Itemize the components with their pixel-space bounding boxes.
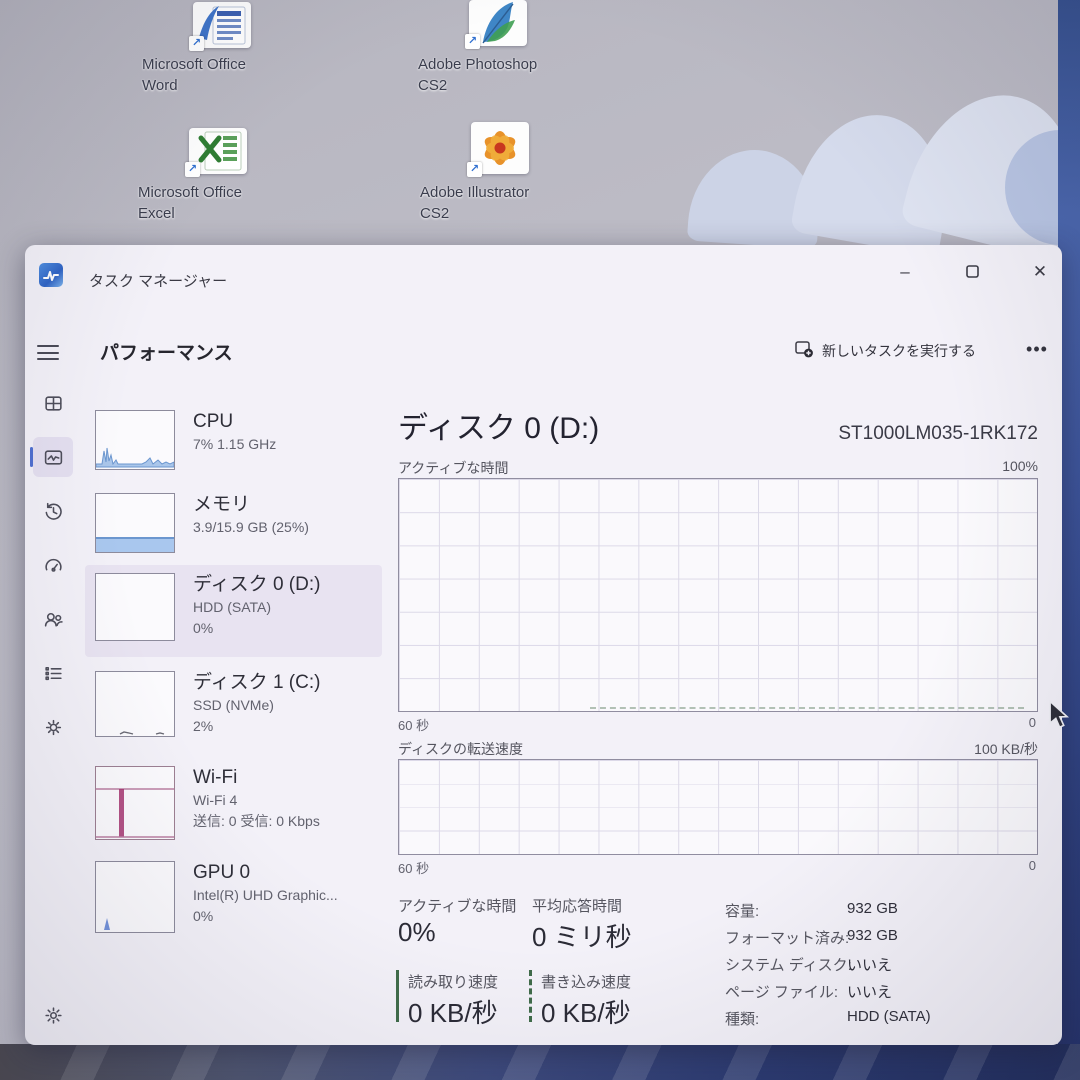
chart1-max-label: 100% — [838, 458, 1038, 474]
chart1-x-left: 60 秒 — [398, 715, 429, 734]
gpu-thumbnail-chart — [95, 861, 175, 933]
transfer-rate-chart — [398, 759, 1038, 855]
info-value: いいえ — [847, 981, 892, 1002]
gear-icon — [43, 1005, 64, 1026]
run-new-task-button[interactable]: 新しいタスクを実行する — [785, 335, 986, 367]
run-new-task-icon — [795, 341, 814, 361]
disk-info-table: 容量:932 GB フォーマット済み:932 GB システム ディスク:いいえ … — [725, 900, 1045, 1035]
minimize-button[interactable]: – — [883, 255, 927, 289]
chart2-label: ディスクの転送速度 — [398, 739, 523, 759]
word-icon: ↗ — [193, 2, 251, 48]
info-value: いいえ — [847, 954, 892, 975]
cpu-thumbnail-chart — [95, 410, 175, 470]
users-icon — [43, 609, 64, 630]
desktop-icon-photoshop[interactable]: ↗ — [466, 0, 530, 46]
performance-icon — [43, 447, 64, 468]
run-new-task-label: 新しいタスクを実行する — [822, 341, 976, 361]
sidebar-item-processes[interactable] — [33, 383, 73, 423]
write-speed-legend-bar — [529, 970, 532, 1022]
info-value: 932 GB — [847, 927, 898, 944]
shortcut-arrow-icon: ↗ — [467, 162, 482, 177]
more-options-button[interactable]: ••• — [1020, 335, 1054, 367]
chart2-x-right: 0 — [936, 858, 1036, 873]
sidebar-item-services[interactable] — [33, 707, 73, 747]
shortcut-arrow-icon: ↗ — [189, 36, 204, 51]
desktop-icon-label: Adobe PhotoshopCS2 — [418, 54, 578, 96]
sidebar-item-details[interactable] — [33, 653, 73, 693]
disk-model-number: ST1000LM035-1RK172 — [638, 423, 1038, 445]
active-time-stat-label: アクティブな時間 — [398, 895, 516, 916]
read-speed-stat-label: 読み取り速度 — [408, 971, 498, 992]
info-key: システム ディスク: — [725, 954, 852, 975]
chart2-x-left: 60 秒 — [398, 858, 429, 877]
page-title: パフォーマンス — [100, 338, 233, 365]
startup-apps-icon — [43, 555, 64, 576]
chart1-x-right: 0 — [936, 715, 1036, 730]
resource-item-disk1[interactable]: ディスク 1 (C:) SSD (NVMe) 2% — [85, 663, 382, 753]
hamburger-menu-icon[interactable] — [37, 345, 59, 361]
wallpaper-bottom-edge — [0, 1044, 1080, 1080]
chart2-max-label: 100 KB/秒 — [838, 739, 1038, 759]
read-speed-stat-value: 0 KB/秒 — [408, 993, 498, 1030]
write-speed-stat-label: 書き込み速度 — [541, 971, 631, 992]
shortcut-arrow-icon: ↗ — [185, 162, 200, 177]
services-icon — [43, 717, 64, 738]
info-value: 932 GB — [847, 900, 898, 917]
illustrator-icon: ↗ — [471, 122, 529, 174]
info-key: フォーマット済み: — [725, 927, 849, 948]
write-speed-stat-value: 0 KB/秒 — [541, 993, 631, 1030]
chart1-label: アクティブな時間 — [398, 458, 508, 478]
desktop-icon-word[interactable]: ↗ — [190, 2, 254, 48]
sidebar-item-app-history[interactable] — [33, 491, 73, 531]
photographed-screen: ↗ Microsoft OfficeWord ↗ Adobe Photoshop… — [0, 0, 1080, 1080]
resource-item-gpu[interactable]: GPU 0 Intel(R) UHD Graphic... 0% — [85, 853, 382, 948]
disk0-thumbnail-chart — [95, 573, 175, 641]
active-time-chart — [398, 478, 1038, 712]
avg-response-stat-value: 0 ミリ秒 — [532, 917, 632, 954]
resource-item-memory[interactable]: メモリ 3.9/15.9 GB (25%) — [85, 485, 382, 563]
desktop-icon-illustrator[interactable]: ↗ — [468, 122, 532, 174]
resource-item-disk0-selected[interactable]: ディスク 0 (D:) HDD (SATA) 0% — [85, 565, 382, 657]
disk-activity-trace — [590, 707, 1024, 709]
details-icon — [43, 663, 64, 684]
read-speed-legend-bar — [396, 970, 399, 1022]
wifi-thumbnail-chart — [95, 766, 175, 840]
active-time-stat-value: 0% — [398, 917, 436, 948]
detail-title: ディスク 0 (D:) — [398, 403, 599, 447]
task-manager-window: タスク マネージャー – ✕ パフォーマンス 新しいタスクを実行する ••• — [25, 245, 1062, 1045]
disk1-thumbnail-chart — [95, 671, 175, 737]
desktop-icon-excel[interactable]: ↗ — [186, 128, 250, 174]
info-key: 種類: — [725, 1008, 759, 1029]
settings-button[interactable] — [33, 995, 73, 1035]
processes-icon — [43, 393, 64, 414]
resource-item-wifi[interactable]: Wi-Fi Wi-Fi 4 送信: 0 受信: 0 Kbps — [85, 758, 382, 853]
app-history-icon — [43, 501, 64, 522]
sidebar-item-users[interactable] — [33, 599, 73, 639]
avg-response-stat-label: 平均応答時間 — [532, 895, 622, 916]
excel-icon: ↗ — [189, 128, 247, 174]
window-title: タスク マネージャー — [89, 270, 227, 291]
info-key: 容量: — [725, 900, 759, 921]
photoshop-icon: ↗ — [469, 0, 527, 46]
close-button[interactable]: ✕ — [1018, 255, 1062, 289]
desktop-icon-label: Microsoft OfficeWord — [142, 54, 302, 96]
task-manager-app-icon — [39, 263, 63, 287]
resource-item-cpu[interactable]: CPU 7% 1.15 GHz — [85, 402, 382, 480]
memory-thumbnail-chart — [95, 493, 175, 553]
info-key: ページ ファイル: — [725, 981, 838, 1002]
info-value: HDD (SATA) — [847, 1008, 931, 1025]
shortcut-arrow-icon: ↗ — [465, 34, 480, 49]
desktop-icon-label: Adobe IllustratorCS2 — [420, 182, 580, 224]
desktop-icon-label: Microsoft OfficeExcel — [138, 182, 298, 224]
maximize-button[interactable] — [950, 255, 994, 289]
sidebar-item-performance[interactable] — [33, 437, 73, 477]
sidebar-item-startup-apps[interactable] — [33, 545, 73, 585]
